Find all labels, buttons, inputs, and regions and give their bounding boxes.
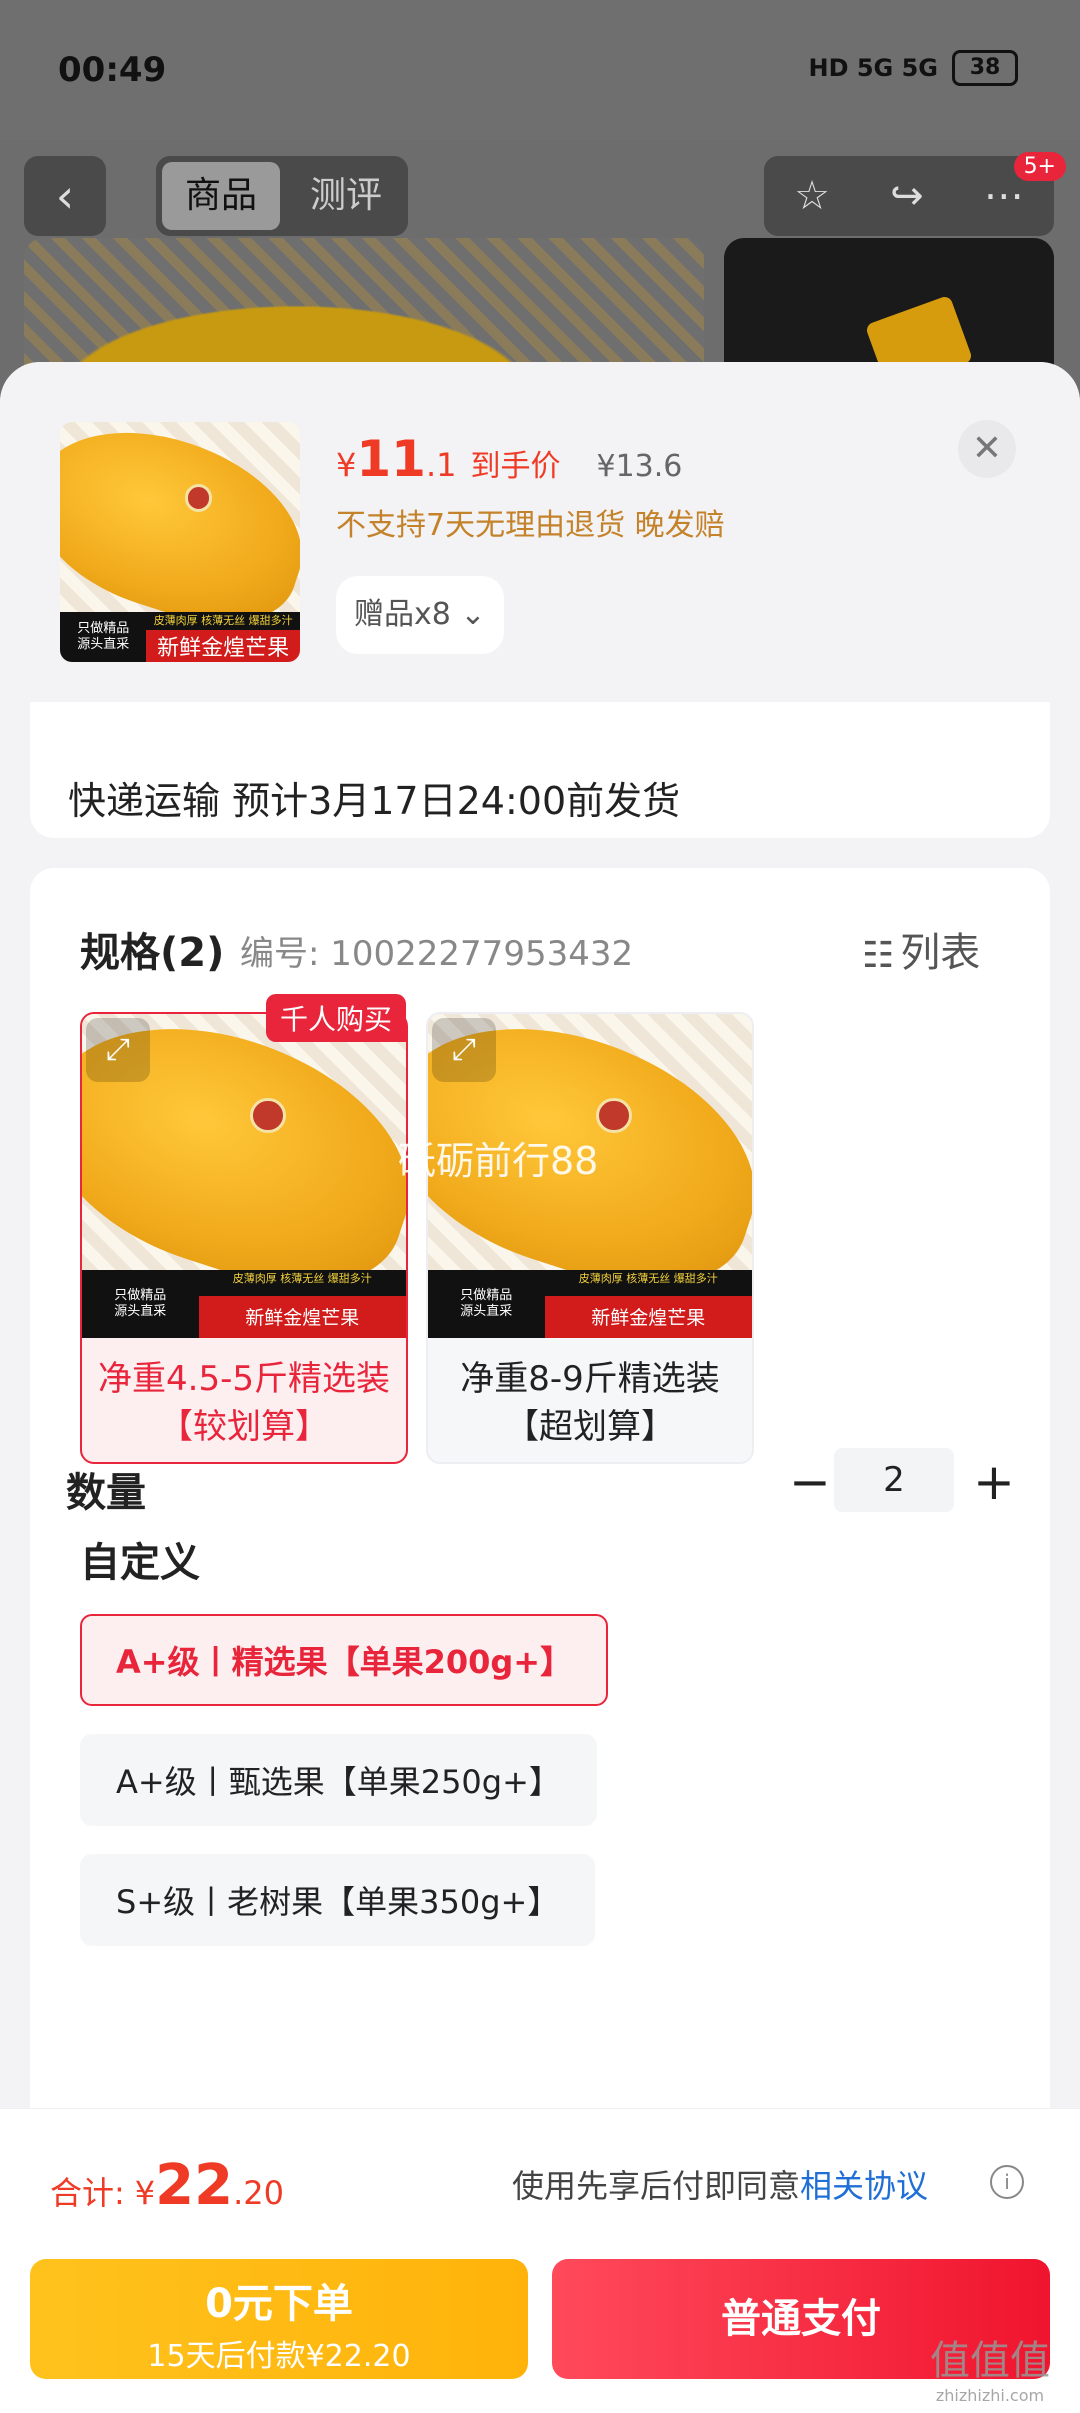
chevron-down-icon: ⌄ xyxy=(460,597,486,632)
top-actions: ☆ ↪ ⋯ xyxy=(764,156,1054,236)
image-watermark: 砥砺前行88 xyxy=(398,1139,599,1183)
pay-later-sub: 15天后付款¥22.20 xyxy=(147,2339,411,2374)
return-notice: 不支持7天无理由退货 晚发赔 xyxy=(336,508,725,543)
sheet-header: 只做精品 源头直采 皮薄肉厚 核薄无丝 爆甜多汁 新鲜金煌芒果 ¥ 11 .1 到手… xyxy=(0,362,1080,702)
list-view-button[interactable]: ☷ 列表 xyxy=(862,920,980,978)
popular-badge: 千人购买 xyxy=(266,994,407,1042)
custom-option-3[interactable]: S+级丨老树果【单果350g+】 xyxy=(80,1854,596,1946)
quantity-row: 数量 − 2 + xyxy=(30,1448,1050,1540)
total-label: 合计: xyxy=(50,2174,125,2212)
price-row: ¥ 11 .1 到手价 ¥13.6 xyxy=(336,430,682,488)
agreement-link[interactable]: 相关协议 xyxy=(800,2167,928,2205)
status-time: 00:49 xyxy=(58,50,167,90)
status-icons: HD 5G 5G 38 xyxy=(808,50,1018,86)
list-icon: ☷ xyxy=(862,934,895,976)
total-int: 22 xyxy=(155,2153,234,2218)
custom-option-1[interactable]: A+级丨精选果【单果200g+】 xyxy=(80,1614,609,1706)
pay-later-title: 0元下单 xyxy=(205,2281,353,2327)
more-icon[interactable]: ⋯ xyxy=(984,173,1024,219)
background-page: ‹ 商品 测评 ☆ ↪ ⋯ 5+ xyxy=(0,140,1080,398)
star-icon[interactable]: ☆ xyxy=(794,173,830,219)
back-button[interactable]: ‹ xyxy=(24,156,106,236)
total-price: 合计: ¥ 22 .20 xyxy=(50,2153,284,2218)
spec-option-2[interactable]: 只做精品 源头直采 皮薄肉厚 核薄无丝 爆甜多汁 新鲜金煌芒果 ⤢ 净重8-9斤精选… xyxy=(426,1012,754,1464)
total-dec: .20 xyxy=(233,2174,284,2212)
gift-button[interactable]: 赠品x8 ⌄ xyxy=(336,576,504,654)
spec-option-1[interactable]: 只做精品 源头直采 皮薄肉厚 核薄无丝 爆甜多汁 新鲜金煌芒果 ⤢ 净重4.5-5斤… xyxy=(80,1012,408,1464)
page-tabs: 商品 测评 xyxy=(156,156,408,236)
close-icon: ✕ xyxy=(971,428,1003,469)
price-int: 11 xyxy=(356,430,426,488)
info-icon[interactable]: i xyxy=(990,2165,1024,2199)
price-tag: 到手价 xyxy=(470,449,561,484)
price-dec: .1 xyxy=(425,446,457,484)
original-price: ¥13.6 xyxy=(596,449,683,484)
quantity-title: 数量 xyxy=(66,1470,146,1516)
sku-sheet: 只做精品 源头直采 皮薄肉厚 核薄无丝 爆甜多汁 新鲜金煌芒果 ¥ 11 .1 到手… xyxy=(0,362,1080,2412)
battery-icon: 38 xyxy=(952,50,1018,86)
signal-icon: HD 5G 5G xyxy=(808,54,938,82)
pay-later-button[interactable]: 0元下单 15天后付款¥22.20 xyxy=(30,2259,528,2379)
mango-image: 只做精品 源头直采 皮薄肉厚 核薄无丝 爆甜多汁 新鲜金煌芒果 xyxy=(60,422,300,662)
shipping-text: 快递运输 预计3月17日24:00前发货 xyxy=(68,779,681,823)
product-thumbnail[interactable]: 只做精品 源头直采 皮薄肉厚 核薄无丝 爆甜多汁 新鲜金煌芒果 xyxy=(60,422,300,662)
spec-code: 编号: 10022277953432 xyxy=(240,934,634,974)
checkout-bar: 合计: ¥ 22 .20 使用先享后付即同意相关协议 i 0元下单 15天后付款… xyxy=(0,2108,1080,2413)
decrement-button[interactable]: − xyxy=(780,1454,840,1514)
spec-option-label: 净重4.5-5斤精选装【较划算】 xyxy=(98,1359,390,1447)
chevron-left-icon: ‹ xyxy=(55,169,75,223)
custom-option-2[interactable]: A+级丨甄选果【单果250g+】 xyxy=(80,1734,597,1826)
shipping-card: 快递运输 预计3月17日24:00前发货 xyxy=(30,682,1050,838)
tab-review[interactable]: 测评 xyxy=(290,162,402,230)
total-currency: ¥ xyxy=(134,2174,156,2212)
quantity-value[interactable]: 2 xyxy=(834,1448,954,1512)
status-bar: 00:49 HD 5G 5G 38 xyxy=(0,0,1080,140)
tab-goods[interactable]: 商品 xyxy=(162,162,280,230)
price-currency: ¥ xyxy=(336,446,357,484)
notification-badge: 5+ xyxy=(1013,152,1066,181)
agreement-text: 使用先享后付即同意相关协议 xyxy=(512,2167,929,2205)
spec-option-label: 净重8-9斤精选装【超划算】 xyxy=(460,1359,720,1447)
close-button[interactable]: ✕ xyxy=(958,420,1016,478)
share-icon[interactable]: ↪ xyxy=(890,173,924,219)
expand-icon[interactable]: ⤢ xyxy=(86,1018,150,1082)
spec-title: 规格(2) xyxy=(80,930,225,976)
expand-icon[interactable]: ⤢ xyxy=(432,1018,496,1082)
site-watermark: 值值值 zhizhizhi.com xyxy=(930,2338,1050,2405)
increment-button[interactable]: + xyxy=(964,1454,1024,1514)
